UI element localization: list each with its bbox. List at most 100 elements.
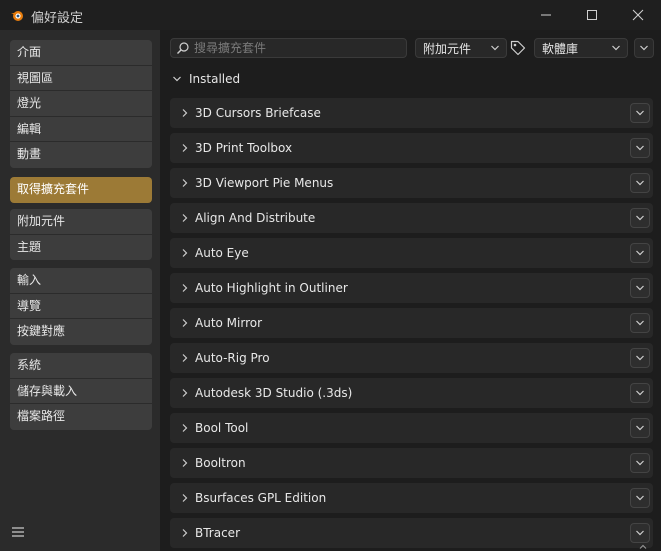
chevron-down-icon — [636, 110, 644, 116]
addon-row[interactable]: BTracer — [170, 518, 653, 548]
blender-logo-icon — [11, 11, 23, 21]
addon-row[interactable]: 3D Cursors Briefcase — [170, 98, 653, 128]
sidebar-item-keymap[interactable]: 按鍵對應 — [10, 319, 152, 345]
addon-row[interactable]: Bool Tool — [170, 413, 653, 443]
sidebar-item-animation[interactable]: 動畫 — [10, 142, 152, 168]
chevron-down-icon — [636, 215, 644, 221]
sidebar-item-input[interactable]: 輸入 — [10, 268, 152, 294]
addon-name: Bsurfaces GPL Edition — [195, 491, 327, 505]
addon-menu-button[interactable] — [630, 243, 650, 263]
addon-name: BTracer — [195, 526, 240, 540]
addon-name: Auto Mirror — [195, 316, 263, 330]
scroll-indicator-icon[interactable] — [639, 543, 647, 551]
chevron-right-icon[interactable] — [180, 108, 190, 118]
addon-row[interactable]: Auto Mirror — [170, 308, 653, 338]
addon-menu-button[interactable] — [630, 313, 650, 333]
sidebar-item-viewport[interactable]: 視圖區 — [10, 65, 152, 92]
sidebar-item-navigation[interactable]: 導覽 — [10, 293, 152, 320]
addon-name: 3D Cursors Briefcase — [195, 106, 321, 120]
chevron-down-icon — [636, 530, 644, 536]
nav-group-addons: 附加元件 主題 — [10, 209, 152, 261]
addon-name: Booltron — [195, 456, 246, 470]
addon-row[interactable]: Auto Eye — [170, 238, 653, 268]
options-menu-button[interactable] — [634, 38, 654, 58]
addon-row[interactable]: 3D Print Toolbox — [170, 133, 653, 163]
addon-name: Align And Distribute — [195, 211, 316, 225]
chevron-right-icon[interactable] — [180, 283, 190, 293]
chevron-right-icon[interactable] — [180, 458, 190, 468]
installed-section-header[interactable]: Installed — [172, 72, 240, 86]
maximize-button[interactable] — [569, 0, 615, 30]
sidebar-item-system[interactable]: 系統 — [10, 353, 152, 379]
sidebar-item-addons[interactable]: 附加元件 — [10, 209, 152, 235]
chevron-down-icon — [636, 285, 644, 291]
nav-group-interface: 介面 視圖區 燈光 編輯 動畫 — [10, 40, 152, 168]
addon-row[interactable]: Booltron — [170, 448, 653, 478]
addon-menu-button[interactable] — [630, 383, 650, 403]
window-title: 偏好設定 — [31, 11, 84, 26]
sidebar-item-themes[interactable]: 主題 — [10, 234, 152, 261]
preferences-sidebar: 介面 視圖區 燈光 編輯 動畫 取得擴充套件 附加元件 主題 輸入 導覽 按鍵對… — [0, 30, 160, 551]
filter-dropdown[interactable]: 附加元件 — [415, 38, 507, 58]
title-bar: 偏好設定 — [0, 0, 661, 30]
addon-row[interactable]: Auto-Rig Pro — [170, 343, 653, 373]
addon-row[interactable]: Autodesk 3D Studio (.3ds) — [170, 378, 653, 408]
addon-menu-button[interactable] — [630, 278, 650, 298]
chevron-down-icon — [636, 460, 644, 466]
sidebar-item-get-extensions[interactable]: 取得擴充套件 — [10, 177, 152, 203]
hamburger-menu-icon[interactable] — [11, 525, 25, 539]
chevron-down-icon — [636, 495, 644, 501]
nav-group-input: 輸入 導覽 按鍵對應 — [10, 268, 152, 345]
search-input[interactable] — [194, 41, 394, 55]
addon-name: Auto Highlight in Outliner — [195, 281, 348, 295]
addon-row[interactable]: Align And Distribute — [170, 203, 653, 233]
extensions-panel: 附加元件 軟體庫 Installed 3D Cursors Briefcase … — [160, 30, 661, 551]
addon-menu-button[interactable] — [630, 103, 650, 123]
addon-row[interactable]: 3D Viewport Pie Menus — [170, 168, 653, 198]
addon-name: Auto-Rig Pro — [195, 351, 270, 365]
addon-menu-button[interactable] — [630, 348, 650, 368]
chevron-right-icon[interactable] — [180, 423, 190, 433]
chevron-down-icon — [636, 180, 644, 186]
search-box[interactable] — [170, 38, 407, 58]
addon-menu-button[interactable] — [630, 488, 650, 508]
addon-list: 3D Cursors Briefcase 3D Print Toolbox 3D… — [170, 98, 653, 551]
sidebar-item-interface[interactable]: 介面 — [10, 40, 152, 66]
chevron-right-icon[interactable] — [180, 493, 190, 503]
chevron-down-icon — [636, 250, 644, 256]
addon-menu-button[interactable] — [630, 173, 650, 193]
chevron-right-icon[interactable] — [180, 143, 190, 153]
sidebar-item-file-paths[interactable]: 檔案路徑 — [10, 404, 152, 430]
minimize-button[interactable] — [523, 0, 569, 30]
addon-name: Autodesk 3D Studio (.3ds) — [195, 386, 353, 400]
addon-menu-button[interactable] — [630, 523, 650, 543]
nav-group-extensions: 取得擴充套件 — [10, 177, 152, 203]
addon-row[interactable]: Auto Highlight in Outliner — [170, 273, 653, 303]
addon-name: 3D Viewport Pie Menus — [195, 176, 334, 190]
chevron-right-icon[interactable] — [180, 248, 190, 258]
repository-dropdown[interactable]: 軟體庫 — [534, 38, 628, 58]
chevron-right-icon[interactable] — [180, 388, 190, 398]
addon-menu-button[interactable] — [630, 453, 650, 473]
chevron-right-icon[interactable] — [180, 318, 190, 328]
maximize-icon — [587, 10, 597, 20]
close-button[interactable] — [615, 0, 661, 30]
sidebar-item-save-load[interactable]: 儲存與載入 — [10, 378, 152, 405]
addon-row[interactable]: Bsurfaces GPL Edition — [170, 483, 653, 513]
chevron-right-icon[interactable] — [180, 528, 190, 538]
tag-filter-icon[interactable] — [509, 39, 527, 57]
chevron-right-icon[interactable] — [180, 213, 190, 223]
chevron-down-icon — [612, 45, 620, 51]
addon-name: Bool Tool — [195, 421, 249, 435]
addon-menu-button[interactable] — [630, 138, 650, 158]
chevron-right-icon[interactable] — [180, 178, 190, 188]
sidebar-item-lights[interactable]: 燈光 — [10, 91, 152, 117]
addon-menu-button[interactable] — [630, 418, 650, 438]
search-icon — [177, 42, 189, 54]
sidebar-item-editing[interactable]: 編輯 — [10, 116, 152, 143]
chevron-down-icon — [636, 425, 644, 431]
section-label: Installed — [189, 72, 241, 86]
chevron-right-icon[interactable] — [180, 353, 190, 363]
chevron-down-icon — [491, 45, 499, 51]
addon-menu-button[interactable] — [630, 208, 650, 228]
